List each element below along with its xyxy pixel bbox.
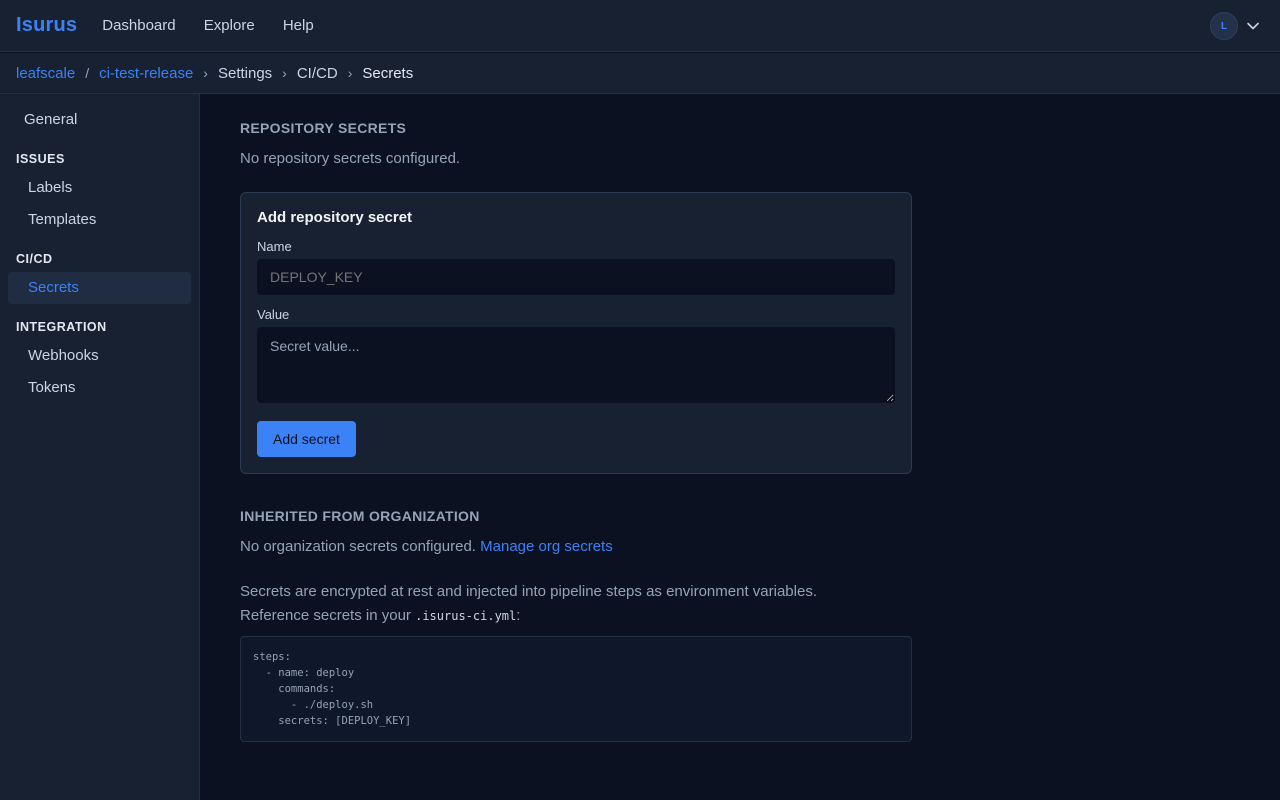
name-label: Name	[257, 239, 292, 254]
info-line-2-suffix: :	[516, 607, 521, 624]
top-bar: Isurus Dashboard Explore Help L	[0, 0, 1280, 52]
sidebar-item-templates[interactable]: Templates	[8, 204, 191, 236]
breadcrumb-current: Secrets	[362, 64, 414, 82]
nav-dashboard[interactable]: Dashboard	[102, 17, 175, 34]
config-code-block: steps: - name: deploy commands: - ./depl…	[240, 636, 912, 742]
sidebar-item-general[interactable]: General	[8, 104, 191, 136]
sidebar-item-labels[interactable]: Labels	[8, 172, 191, 204]
inherited-empty: No organization secrets configured.	[240, 538, 476, 555]
secrets-info: Secrets are encrypted at rest and inject…	[240, 580, 912, 628]
breadcrumb-settings[interactable]: Settings	[218, 65, 272, 82]
secret-value-input[interactable]	[257, 327, 895, 403]
breadcrumb-org[interactable]: leafscale	[16, 65, 75, 82]
sidebar-heading-issues: ISSUES	[16, 152, 65, 166]
repo-secrets-heading: REPOSITORY SECRETS	[240, 120, 407, 136]
nav-help[interactable]: Help	[283, 17, 314, 34]
settings-sidebar: General ISSUES Labels Templates CI/CD Se…	[0, 94, 200, 800]
app-logo[interactable]: Isurus	[16, 14, 77, 37]
main-content: REPOSITORY SECRETS No repository secrets…	[240, 94, 912, 742]
breadcrumb-separator: /	[85, 65, 90, 81]
inherited-row: No organization secrets configured. Mana…	[240, 538, 912, 555]
top-nav: Dashboard Explore Help	[102, 17, 337, 34]
nav-explore[interactable]: Explore	[204, 17, 255, 34]
breadcrumb: leafscale / ci-test-release › Settings ›…	[0, 53, 1280, 94]
add-secret-button[interactable]: Add secret	[257, 421, 356, 457]
sidebar-item-webhooks[interactable]: Webhooks	[8, 340, 191, 372]
chevron-down-icon[interactable]	[1246, 19, 1260, 33]
value-label: Value	[257, 307, 290, 322]
sidebar-item-tokens[interactable]: Tokens	[8, 372, 191, 404]
user-menu[interactable]: L	[1210, 12, 1260, 40]
inherited-heading: INHERITED FROM ORGANIZATION	[240, 508, 480, 524]
breadcrumb-cicd[interactable]: CI/CD	[297, 65, 338, 82]
info-line-1: Secrets are encrypted at rest and inject…	[240, 583, 817, 600]
breadcrumb-repo[interactable]: ci-test-release	[99, 65, 193, 82]
sidebar-item-secrets[interactable]: Secrets	[8, 272, 191, 304]
breadcrumb-chevron-icon: ›	[203, 65, 208, 81]
repo-secrets-empty: No repository secrets configured.	[240, 150, 461, 167]
manage-org-secrets-link[interactable]: Manage org secrets	[480, 538, 613, 555]
add-secret-card: Add repository secret Name Value Add sec…	[240, 192, 912, 474]
secret-name-input[interactable]	[257, 259, 895, 295]
add-secret-title: Add repository secret	[257, 209, 413, 226]
avatar[interactable]: L	[1210, 12, 1238, 40]
info-line-2-prefix: Reference secrets in your	[240, 607, 411, 624]
breadcrumb-chevron-icon: ›	[282, 65, 287, 81]
info-line-2: Reference secrets in your .isurus-ci.yml…	[240, 604, 912, 628]
sidebar-heading-cicd: CI/CD	[16, 252, 53, 266]
breadcrumb-chevron-icon: ›	[347, 65, 353, 81]
sidebar-heading-integration: INTEGRATION	[16, 320, 107, 334]
config-filename: .isurus-ci.yml	[415, 609, 517, 623]
